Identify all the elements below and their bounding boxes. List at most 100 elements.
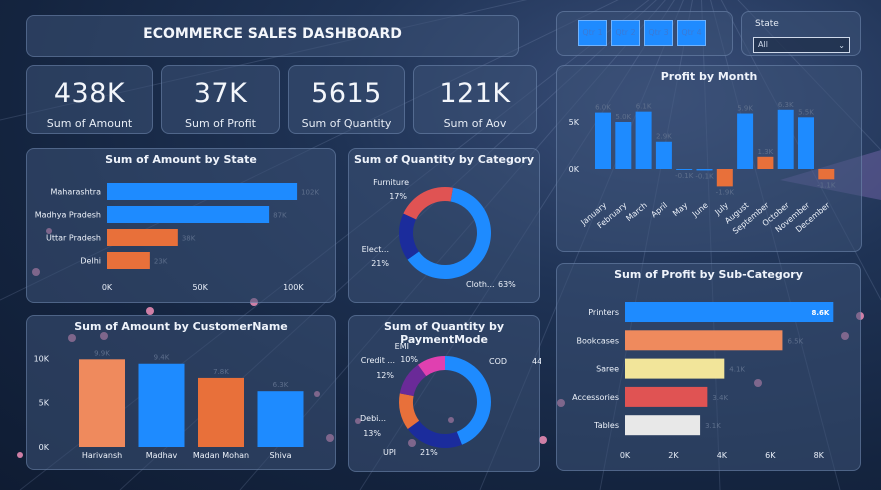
data-label: 1.3K <box>758 148 774 156</box>
data-label: 6.3K <box>273 381 289 389</box>
x-tick-label: 50K <box>192 283 208 292</box>
y-tick-label: 5K <box>569 118 580 127</box>
data-label: 5.9K <box>737 105 753 113</box>
slice-label: Credit ... <box>361 356 395 365</box>
bar <box>625 415 701 436</box>
bar <box>107 229 178 246</box>
category-label: Saree <box>596 365 619 374</box>
subcat-bar-chart: Printers 8.6K Bookcases 6.5K Saree 4.1K Access… <box>572 302 834 460</box>
data-label: 38K <box>182 235 196 243</box>
y-tick-label: 10K <box>34 354 50 363</box>
kpi-label: Sum of Amount <box>46 117 133 130</box>
slice-label: Cloth... <box>466 280 495 289</box>
slice-percent: 13% <box>363 429 381 438</box>
category-label: Delhi <box>80 257 101 266</box>
dashboard-title: ECOMMERCE SALES DASHBOARD <box>143 26 402 42</box>
bar <box>257 391 304 447</box>
slice-label: Debi... <box>360 414 386 423</box>
state-bar-chart: Maharashtra 102K Madhya Pradesh 87K Uttar Pr… <box>35 183 319 292</box>
bar <box>615 122 632 169</box>
chevron-down-icon: ⌄ <box>838 41 845 50</box>
data-label: 9.4K <box>154 354 170 362</box>
category-chart-panel: Sum of Quantity by Category Cloth... 63% F… <box>348 148 540 303</box>
payment-chart-panel: Sum of Quantity by PaymentMode COD44%UPI… <box>348 315 541 472</box>
y-tick-label: 0K <box>39 443 50 452</box>
bar <box>625 330 783 351</box>
data-label: -1.1K <box>817 181 836 189</box>
state-dropdown[interactable]: All ⌄ <box>753 37 850 53</box>
subcat-chart-panel: Sum of Profit by Sub-Category Printers 8.… <box>556 263 861 471</box>
data-label: 7.8K <box>213 368 229 376</box>
bar <box>107 252 150 269</box>
slice-percent: 21% <box>420 448 438 457</box>
kpi-card-quantity: 5615 Sum of Quantity <box>288 65 405 134</box>
qtr-2-button[interactable]: Qtr 2 <box>611 20 640 46</box>
category-label: April <box>649 201 669 220</box>
y-tick-label: 0K <box>569 165 580 174</box>
x-tick-label: 0K <box>102 283 113 292</box>
data-label: 6.3K <box>778 101 794 109</box>
x-tick-label: 6K <box>765 451 776 460</box>
bar <box>138 363 185 447</box>
qtr-4-button[interactable]: Qtr 4 <box>677 20 706 46</box>
state-chart-panel: Sum of Amount by State Maharashtra 102K Ma… <box>26 148 336 303</box>
category-label: Tables <box>593 421 619 430</box>
data-label: 23K <box>154 258 168 266</box>
bar <box>818 169 835 180</box>
x-tick-label: 100K <box>283 283 304 292</box>
data-label: 8.6K <box>811 309 829 317</box>
bar <box>595 112 611 169</box>
bar <box>655 141 672 169</box>
customer-chart-panel: Sum of Amount by CustomerName 0K 5K 10K 9.9… <box>26 315 336 470</box>
data-label: 5.0K <box>615 113 631 121</box>
x-tick-label: 4K <box>717 451 728 460</box>
bar <box>107 183 298 200</box>
slice-percent: 63% <box>498 280 516 289</box>
category-label: Shiva <box>269 451 291 460</box>
bar <box>737 113 754 169</box>
category-label: Madhav <box>146 451 178 460</box>
data-label: -1.9K <box>716 188 735 196</box>
data-label: 3.4K <box>712 394 728 402</box>
category-label: Madhya Pradesh <box>35 211 101 220</box>
kpi-value: 121K <box>439 78 511 109</box>
bar <box>198 377 244 447</box>
data-label: -0.1K <box>695 172 714 180</box>
bar <box>676 169 693 170</box>
category-label: March <box>624 201 648 224</box>
bar <box>625 302 834 322</box>
x-tick-label: 0K <box>620 451 631 460</box>
donut-slice <box>403 187 453 220</box>
category-donut-chart: Cloth... 63% Furniture 17% Elect... 21% <box>362 178 517 289</box>
qtr-3-button[interactable]: Qtr 3 <box>644 20 673 46</box>
slice-label: EMI <box>395 342 409 351</box>
slice-label: Furniture <box>373 178 409 187</box>
qtr-1-button[interactable]: Qtr 1 <box>578 20 607 46</box>
y-tick-label: 5K <box>39 399 50 408</box>
slice-label: COD <box>489 357 507 366</box>
customer-bar-chart: 0K 5K 10K 9.9K Harivansh 9.4K Madhav 7.8K Madan … <box>34 349 304 460</box>
kpi-card-profit: 37K Sum of Profit <box>161 65 280 134</box>
kpi-label: Sum of Aov <box>443 117 507 130</box>
data-label: 102K <box>301 189 319 197</box>
month-bar-chart: 0K5K6.0KJanuary5.0KFebruary6.1KMarch2.9K… <box>569 101 836 236</box>
bar <box>625 386 708 407</box>
data-label: 9.9K <box>94 349 110 357</box>
x-tick-label: 2K <box>668 451 679 460</box>
bar <box>716 169 733 187</box>
data-label: 6.1K <box>636 103 652 111</box>
category-label: Accessories <box>572 393 619 402</box>
bar <box>757 156 774 169</box>
kpi-card-aov: 121K Sum of Aov <box>413 65 537 134</box>
slice-percent: 44% <box>532 357 541 366</box>
kpi-value: 438K <box>53 78 126 109</box>
slice-percent: 10% <box>400 355 418 364</box>
data-label: 5.5K <box>798 108 814 116</box>
donut-slice <box>407 420 462 448</box>
kpi-label: Sum of Quantity <box>301 117 392 130</box>
bar <box>79 359 125 447</box>
x-tick-label: 8K <box>814 451 825 460</box>
header-panel: ECOMMERCE SALES DASHBOARD <box>26 15 519 57</box>
category-label: June <box>690 201 710 220</box>
state-slicer: State All ⌄ <box>741 11 861 56</box>
